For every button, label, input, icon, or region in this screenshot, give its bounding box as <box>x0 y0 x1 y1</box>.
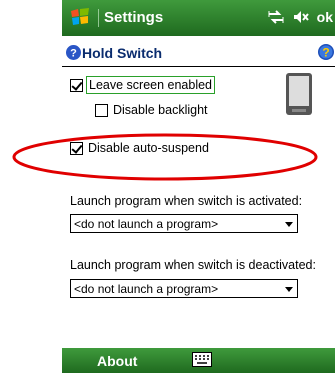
leave-screen-enabled-label: Leave screen enabled <box>85 76 216 94</box>
volume-mute-icon[interactable] <box>292 8 310 26</box>
windows-start-icon[interactable] <box>68 6 92 30</box>
launch-activated-label: Launch program when switch is activated: <box>70 194 303 208</box>
disable-auto-suspend-checkbox[interactable] <box>70 141 83 155</box>
page-title: Hold Switch <box>82 45 163 61</box>
launch-deactivated-select[interactable]: <do not launch a program> <box>70 279 298 298</box>
help-icon[interactable]: ? <box>317 43 335 61</box>
leave-screen-enabled-checkbox[interactable] <box>70 78 83 92</box>
launch-deactivated-label: Launch program when switch is deactivate… <box>70 258 316 272</box>
dropdown-arrow-icon[interactable] <box>285 287 293 292</box>
disable-auto-suspend-label: Disable auto-suspend <box>88 141 209 155</box>
title-separator <box>98 9 99 27</box>
keyboard-icon[interactable] <box>192 352 212 367</box>
leave-screen-enabled-option[interactable]: Leave screen enabled <box>70 76 216 94</box>
ok-button[interactable]: ok <box>317 9 333 25</box>
disable-auto-suspend-option[interactable]: Disable auto-suspend <box>70 141 209 155</box>
device-icon <box>286 73 312 115</box>
about-softkey[interactable]: About <box>97 353 137 369</box>
status-icons: ok <box>267 8 335 26</box>
disable-backlight-checkbox[interactable] <box>95 103 108 117</box>
title-bar: Settings ok <box>62 0 335 36</box>
launch-activated-select[interactable]: <do not launch a program> <box>70 214 298 233</box>
window-title: Settings <box>104 9 164 26</box>
svg-text:?: ? <box>322 46 329 60</box>
launch-deactivated-value: <do not launch a program> <box>74 281 219 296</box>
header-divider <box>62 66 335 67</box>
svg-text:?: ? <box>70 48 77 60</box>
soft-key-bar: About <box>62 348 335 373</box>
page-header: ? Hold Switch ? <box>62 40 335 64</box>
disable-backlight-option[interactable]: Disable backlight <box>95 103 208 117</box>
connectivity-icon[interactable] <box>267 8 285 26</box>
launch-activated-value: <do not launch a program> <box>74 216 219 231</box>
dropdown-arrow-icon[interactable] <box>285 222 293 227</box>
device-screen: Settings ok ? Hold Switch ? Leave screen… <box>62 0 335 373</box>
hold-switch-icon: ? <box>66 45 81 60</box>
disable-backlight-label: Disable backlight <box>113 103 208 117</box>
